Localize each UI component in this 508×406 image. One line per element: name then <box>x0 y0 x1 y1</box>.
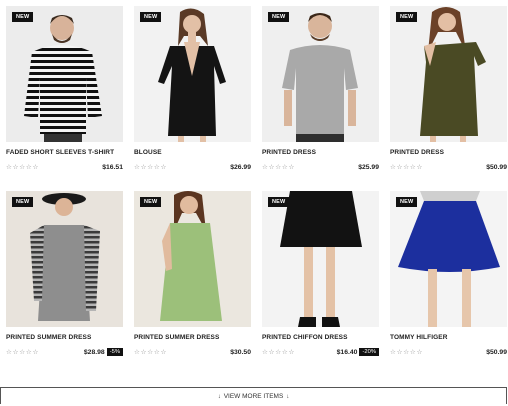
discount-badge: -5% <box>106 348 123 356</box>
product-image[interactable]: NEW <box>262 6 379 142</box>
product-price: $50.99 <box>486 163 507 171</box>
woman-olive-dress-photo <box>420 7 486 142</box>
man-striped-tshirt-photo <box>24 15 102 142</box>
woman-green-summer-dress-photo <box>160 191 222 321</box>
man-grey-tshirt-photo <box>282 13 358 142</box>
product-grid: NEW FADED SHORT SLEEVES T-SHIRT ☆☆☆☆☆ $1… <box>0 0 508 380</box>
product-card[interactable]: NEW FADED SHORT SLEEVES T-SHIRT ☆☆☆☆☆ $1… <box>6 6 123 171</box>
product-image[interactable]: NEW <box>262 191 379 327</box>
black-chiffon-skirt-photo <box>280 191 362 327</box>
product-card[interactable]: NEW TOMMY HILFIGER ☆☆☆☆☆ $50.99 <box>390 191 507 356</box>
rating-stars: ☆☆☆☆☆ <box>390 349 424 356</box>
rating-stars: ☆☆☆☆☆ <box>390 164 424 171</box>
new-badge: NEW <box>268 197 290 207</box>
product-price: $28.98 <box>83 348 105 356</box>
product-card[interactable]: NEW BLOUSE ☆☆☆☆☆ $26.99 <box>134 6 251 171</box>
down-arrow-icon: ↓ <box>217 394 221 400</box>
down-arrow-icon: ↓ <box>286 394 290 400</box>
product-price: $26.99 <box>230 163 251 171</box>
product-image[interactable]: NEW <box>390 6 507 142</box>
product-card[interactable]: NEW PRINTED SUMMER DRESS ☆☆☆☆☆ $28.98 -5… <box>6 191 123 356</box>
product-price: $16.40 <box>336 348 358 356</box>
rating-stars: ☆☆☆☆☆ <box>6 164 40 171</box>
rating-stars: ☆☆☆☆☆ <box>134 164 168 171</box>
new-badge: NEW <box>140 197 162 207</box>
new-badge: NEW <box>12 12 34 22</box>
discount-badge: -20% <box>359 348 379 356</box>
product-price: $16.51 <box>102 163 123 171</box>
product-name[interactable]: PRINTED DRESS <box>262 149 379 156</box>
product-price: $30.50 <box>230 348 251 356</box>
product-name[interactable]: PRINTED CHIFFON DRESS <box>262 334 379 341</box>
rating-stars: ☆☆☆☆☆ <box>6 349 40 356</box>
product-card[interactable]: NEW PRINTED DRESS ☆☆☆☆☆ $25.99 <box>262 6 379 171</box>
product-price: $50.99 <box>486 348 507 356</box>
rating-stars: ☆☆☆☆☆ <box>262 349 296 356</box>
rating-stars: ☆☆☆☆☆ <box>134 349 168 356</box>
product-image[interactable]: NEW <box>6 6 123 142</box>
product-name[interactable]: BLOUSE <box>134 149 251 156</box>
product-image[interactable]: NEW <box>390 191 507 327</box>
view-more-button[interactable]: ↓ VIEW MORE ITEMS ↓ <box>0 387 507 404</box>
woman-grey-summer-dress-photo <box>30 193 100 321</box>
woman-black-dress-photo <box>158 8 226 142</box>
new-badge: NEW <box>12 197 34 207</box>
new-badge: NEW <box>396 12 418 22</box>
rating-stars: ☆☆☆☆☆ <box>262 164 296 171</box>
product-name[interactable]: FADED SHORT SLEEVES T-SHIRT <box>6 149 123 156</box>
product-name[interactable]: PRINTED DRESS <box>390 149 507 156</box>
new-badge: NEW <box>396 197 418 207</box>
product-card[interactable]: NEW PRINTED CHIFFON DRESS ☆☆☆☆☆ $16.40 -… <box>262 191 379 356</box>
product-image[interactable]: NEW <box>6 191 123 327</box>
product-name[interactable]: PRINTED SUMMER DRESS <box>6 334 123 341</box>
product-image[interactable]: NEW <box>134 191 251 327</box>
new-badge: NEW <box>140 12 162 22</box>
blue-skirt-photo <box>398 191 500 327</box>
product-card[interactable]: NEW PRINTED SUMMER DRESS ☆☆☆☆☆ $30.50 <box>134 191 251 356</box>
product-name[interactable]: PRINTED SUMMER DRESS <box>134 334 251 341</box>
new-badge: NEW <box>268 12 290 22</box>
view-more-label: VIEW MORE ITEMS <box>223 393 284 400</box>
product-image[interactable]: NEW <box>134 6 251 142</box>
product-price: $25.99 <box>358 163 379 171</box>
product-card[interactable]: NEW PRINTED DRESS ☆☆☆☆☆ $50.99 <box>390 6 507 171</box>
product-name[interactable]: TOMMY HILFIGER <box>390 334 507 341</box>
